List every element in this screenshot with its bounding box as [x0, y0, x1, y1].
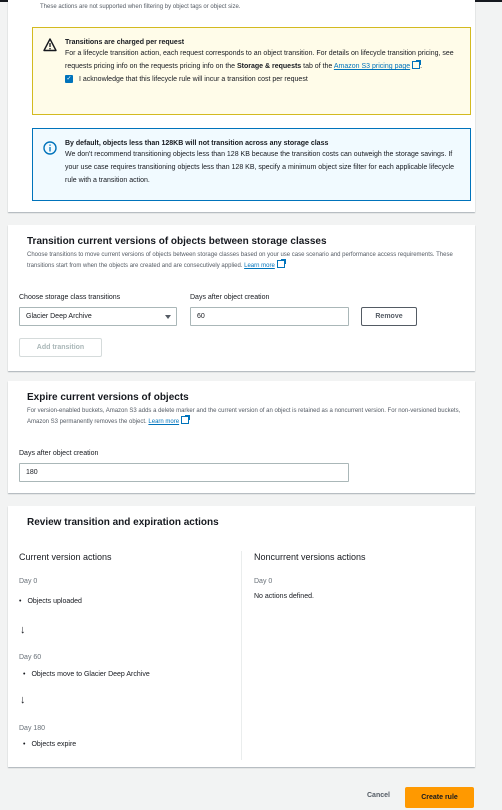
- expire-description: For version-enabled buckets, Amazon S3 a…: [27, 407, 467, 427]
- review-title: Review transition and expiration actions: [27, 517, 219, 528]
- info-body: We don't recommend transitioning objects…: [65, 151, 455, 184]
- transition-days-label: Days after object creation: [190, 294, 270, 301]
- expire-learn-more-link[interactable]: Learn more: [148, 419, 179, 425]
- transition-card: Transition current versions of objects b…: [8, 225, 475, 371]
- warning-alert: Transitions are charged per request For …: [32, 27, 471, 115]
- transition-learn-more-link[interactable]: Learn more: [244, 263, 275, 269]
- remove-transition-button[interactable]: Remove: [361, 307, 417, 326]
- warning-title: Transitions are charged per request: [65, 39, 185, 46]
- noncurrent-actions-heading: Noncurrent versions actions: [254, 552, 366, 562]
- step-action: Objects uploaded: [19, 598, 81, 605]
- step-action: Objects move to Glacier Deep Archive: [23, 671, 149, 678]
- pricing-page-link[interactable]: Amazon S3 pricing page: [334, 63, 410, 70]
- cancel-button[interactable]: Cancel: [367, 792, 390, 799]
- warning-body-bold: Storage & requests: [237, 63, 302, 70]
- step-action: Objects expire: [23, 741, 76, 748]
- transition-description: Choose transitions to move current versi…: [27, 251, 467, 271]
- noncurrent-day: Day 0: [254, 578, 273, 585]
- info-icon: [43, 141, 57, 155]
- transition-days-value: 60: [197, 313, 205, 320]
- step-day: Day 60: [19, 654, 42, 661]
- expire-card: Expire current versions of objects For v…: [8, 381, 475, 493]
- current-actions-heading: Current version actions: [19, 552, 112, 562]
- info-title: By default, objects less than 128KB will…: [65, 140, 329, 147]
- caret-down-icon: [165, 315, 171, 319]
- expire-days-value: 180: [26, 469, 38, 476]
- warning-body-text-2: tab of the: [301, 63, 334, 70]
- external-link-icon: [276, 259, 286, 268]
- filter-note: These actions are not supported when fil…: [40, 4, 241, 10]
- create-rule-button[interactable]: Create rule: [405, 787, 474, 808]
- expire-description-text: For version-enabled buckets, Amazon S3 a…: [27, 408, 461, 425]
- transition-days-input[interactable]: 60: [190, 307, 349, 326]
- transition-description-text: Choose transitions to move current versi…: [27, 252, 453, 269]
- acknowledge-label: I acknowledge that this lifecycle rule w…: [79, 75, 308, 83]
- storage-class-select[interactable]: Glacier Deep Archive: [19, 307, 177, 326]
- acknowledge-checkbox[interactable]: ✓: [65, 75, 73, 83]
- noncurrent-action: No actions defined.: [254, 593, 314, 600]
- filter-card: These actions are not supported when fil…: [8, 0, 475, 212]
- storage-class-value: Glacier Deep Archive: [26, 313, 92, 320]
- column-divider: [241, 551, 242, 760]
- add-transition-button[interactable]: Add transition: [19, 338, 102, 357]
- acknowledge-row[interactable]: ✓ I acknowledge that this lifecycle rule…: [65, 75, 460, 83]
- expire-days-label: Days after object creation: [19, 450, 99, 457]
- info-alert: By default, objects less than 128KB will…: [32, 128, 471, 201]
- warning-body: For a lifecycle transition action, each …: [65, 50, 454, 70]
- expire-days-input[interactable]: 180: [19, 463, 349, 482]
- arrow-down-icon: ↓: [20, 694, 26, 706]
- step-day: Day 180: [19, 725, 46, 732]
- warning-icon: [43, 38, 57, 52]
- expire-title: Expire current versions of objects: [27, 392, 189, 403]
- external-link-icon: [412, 60, 422, 69]
- step-day: Day 0: [19, 578, 38, 585]
- transition-title: Transition current versions of objects b…: [27, 236, 327, 247]
- storage-class-label: Choose storage class transitions: [19, 294, 121, 301]
- external-link-icon: [181, 415, 191, 424]
- arrow-down-icon: ↓: [20, 624, 26, 636]
